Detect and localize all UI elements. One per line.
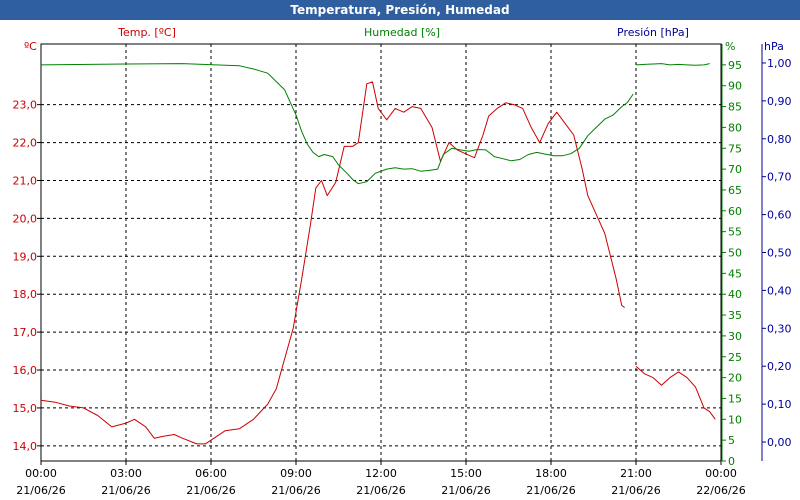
x-tick-time: 21:00 (620, 467, 652, 480)
temp-axis-unit: ºC (24, 40, 37, 53)
chart-title: Temperatura, Presión, Humedad (0, 0, 800, 20)
hum-tick-label: 40 (728, 288, 742, 301)
x-tick-date: 21/06/26 (16, 484, 65, 497)
x-tick-date: 22/06/26 (696, 484, 745, 497)
pres-tick-label: 0,70 (767, 171, 792, 184)
x-tick-date: 21/06/26 (356, 484, 405, 497)
hum-axis-unit: % (725, 40, 735, 53)
temp-tick-label: 20,0 (13, 212, 38, 225)
hum-tick-label: 60 (728, 205, 742, 218)
hum-tick-label: 85 (728, 101, 742, 114)
hum-tick-label: 25 (728, 351, 742, 364)
x-tick-time: 03:00 (110, 467, 142, 480)
pres-tick-label: 0,40 (767, 284, 792, 297)
hum-tick-label: 35 (728, 309, 742, 322)
pres-axis-unit: hPa (764, 40, 784, 53)
x-tick-date: 21/06/26 (526, 484, 575, 497)
x-tick-date: 21/06/26 (441, 484, 490, 497)
temp-tick-label: 21,0 (13, 174, 38, 187)
pres-tick-label: 0,10 (767, 398, 792, 411)
hum-tick-label: 70 (728, 163, 742, 176)
pres-tick-label: 0,30 (767, 322, 792, 335)
hum-tick-label: 30 (728, 330, 742, 343)
x-tick-time: 15:00 (450, 467, 482, 480)
hum-tick-label: 15 (728, 392, 742, 405)
hum-tick-label: 65 (728, 184, 742, 197)
temp-tick-label: 19,0 (13, 250, 38, 263)
pres-tick-label: 1,00 (767, 57, 792, 70)
hum-tick-label: 55 (728, 226, 742, 239)
hum-tick-label: 10 (728, 413, 742, 426)
hum-tick-label: 5 (728, 434, 735, 447)
x-tick-time: 12:00 (365, 467, 397, 480)
pres-tick-label: 0,80 (767, 133, 792, 146)
temp-tick-label: 14,0 (13, 440, 38, 453)
pres-tick-label: 0,20 (767, 360, 792, 373)
pres-tick-label: 0,00 (767, 436, 792, 449)
x-tick-time: 09:00 (280, 467, 312, 480)
temp-tick-label: 23,0 (13, 99, 38, 112)
hum-tick-label: 75 (728, 142, 742, 155)
temp-tick-label: 16,0 (13, 364, 38, 377)
hum-axis-label: Humedad [%] (364, 26, 440, 39)
pres-tick-label: 0,90 (767, 95, 792, 108)
x-tick-time: 06:00 (195, 467, 227, 480)
x-tick-date: 21/06/26 (271, 484, 320, 497)
pres-axis-label: Presión [hPa] (617, 26, 689, 39)
pres-tick-label: 0,50 (767, 247, 792, 260)
hum-tick-label: 95 (728, 59, 742, 72)
temp-tick-label: 22,0 (13, 137, 38, 150)
hum-tick-label: 50 (728, 247, 742, 260)
x-tick-date: 21/06/26 (101, 484, 150, 497)
hum-tick-label: 20 (728, 372, 742, 385)
x-tick-time: 18:00 (535, 467, 567, 480)
x-tick-date: 21/06/26 (611, 484, 660, 497)
temp-axis-label: Temp. [ºC] (117, 26, 176, 39)
x-tick-time: 00:00 (705, 467, 737, 480)
hum-tick-label: 80 (728, 121, 742, 134)
hum-tick-label: 45 (728, 267, 742, 280)
x-tick-date: 21/06/26 (186, 484, 235, 497)
pres-tick-label: 0,60 (767, 209, 792, 222)
hum-tick-label: 90 (728, 80, 742, 93)
chart: Temp. [ºC] Humedad [%] Presión [hPa] ºC … (13, 26, 792, 497)
x-tick-time: 00:00 (25, 467, 57, 480)
temp-tick-label: 18,0 (13, 288, 38, 301)
temp-tick-label: 17,0 (13, 326, 38, 339)
temp-tick-label: 15,0 (13, 402, 38, 415)
